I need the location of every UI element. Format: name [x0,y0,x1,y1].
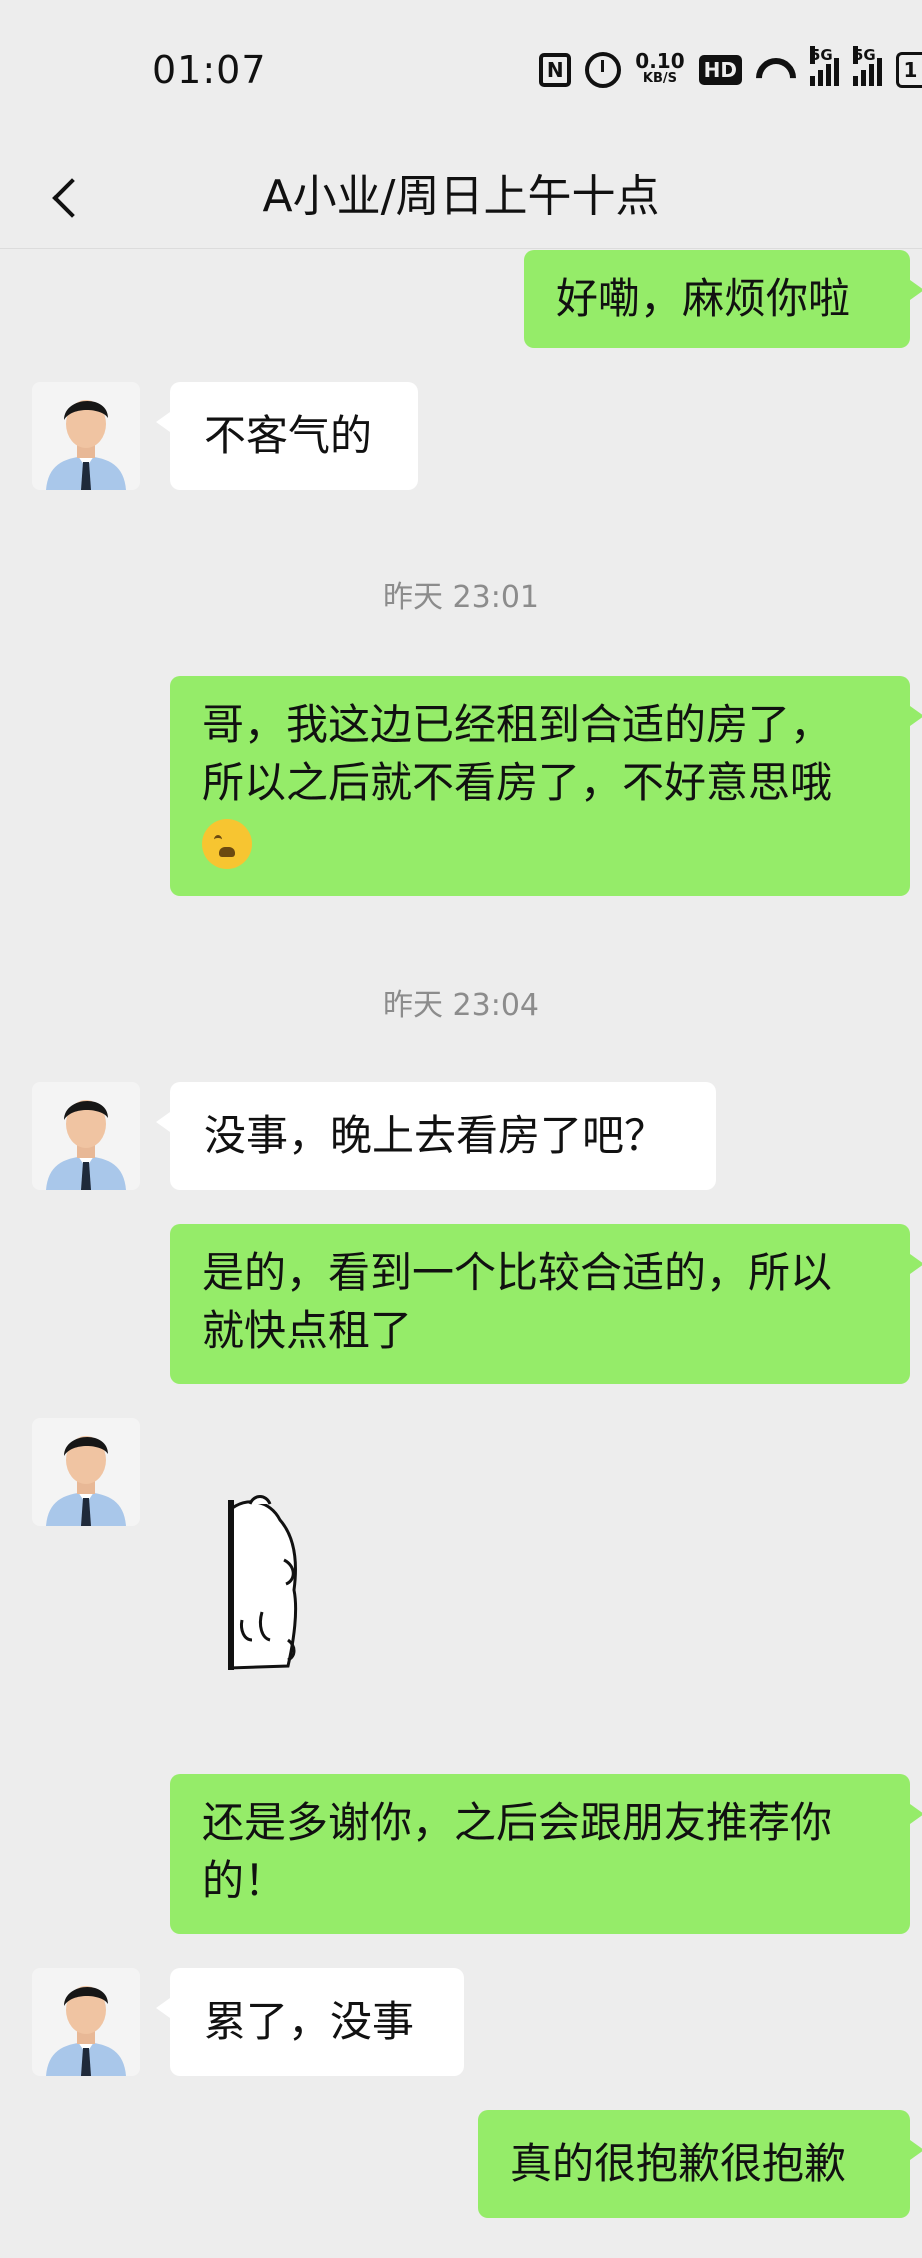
message-text: 不客气的 [204,411,373,460]
alarm-icon [585,52,622,88]
battery-icon: 1 [896,52,922,88]
message-line: 的！ [202,1856,287,1905]
message-incoming[interactable]: 没事，晚上去看房了吧？ [156,1082,716,1190]
message-text: 好嘞，麻烦你啦 [556,274,851,323]
contact-avatar[interactable] [32,1418,140,1526]
signal-1-label: 5G [810,46,833,64]
chat-title: A小业/周日上午十点 [262,171,660,222]
sticker-image[interactable] [228,1490,308,1680]
message-incoming[interactable]: 累了，没事 [156,1968,464,2076]
bottom-edge [0,2248,922,2258]
nfc-icon: N [539,53,572,87]
message-text: 真的很抱歉很抱歉 [510,2139,847,2188]
header-divider [0,248,922,249]
message-text: 没事，晚上去看房了吧？ [204,1111,667,1160]
message-outgoing[interactable]: 真的很抱歉很抱歉 [478,2110,922,2218]
wifi-icon [756,54,796,86]
network-speed-value: 0.10 [635,49,685,73]
message-line: 就快点租了 [202,1306,413,1355]
message-line: 还是多谢你，之后会跟朋友推荐你 [202,1798,833,1847]
status-icons: N 0.10 KB/S HD 5G 5G 1 [539,46,922,92]
message-text: 累了，没事 [204,1997,415,2046]
network-speed: 0.10 KB/S [635,50,684,90]
message-outgoing[interactable]: 是的，看到一个比较合适的，所以 就快点租了 [170,1224,922,1384]
signal-2-label: 5G [853,46,876,64]
message-outgoing[interactable]: 好嘞，麻烦你啦 [524,250,922,348]
network-speed-unit: KB/S [642,71,678,86]
signal-icon-2: 5G [853,46,882,86]
message-line: 是的，看到一个比较合适的，所以 [202,1248,833,1297]
timestamp: 昨天 23:04 [383,988,539,1023]
contact-avatar[interactable] [32,382,140,490]
contact-avatar[interactable] [32,1082,140,1190]
contact-avatar[interactable] [32,1968,140,2076]
signal-icon-1: 5G [810,46,839,86]
message-outgoing[interactable]: 哥，我这边已经租到合适的房了， 所以之后就不看房了，不好意思哦 [170,676,922,896]
crying-face-icon [202,818,252,869]
status-time: 01:07 [152,48,267,92]
message-line: 哥，我这边已经租到合适的房了， [202,700,833,749]
message-incoming[interactable]: 不客气的 [156,382,418,490]
message-line: 所以之后就不看房了，不好意思哦 [202,758,833,807]
hd-icon: HD [698,55,742,85]
chat-header: A小业/周日上午十点 [0,140,922,250]
timestamp: 昨天 23:01 [383,580,539,615]
message-outgoing[interactable]: 还是多谢你，之后会跟朋友推荐你 的！ [170,1774,922,1934]
status-bar: 01:07 N 0.10 KB/S HD 5G 5G 1 [0,0,922,140]
